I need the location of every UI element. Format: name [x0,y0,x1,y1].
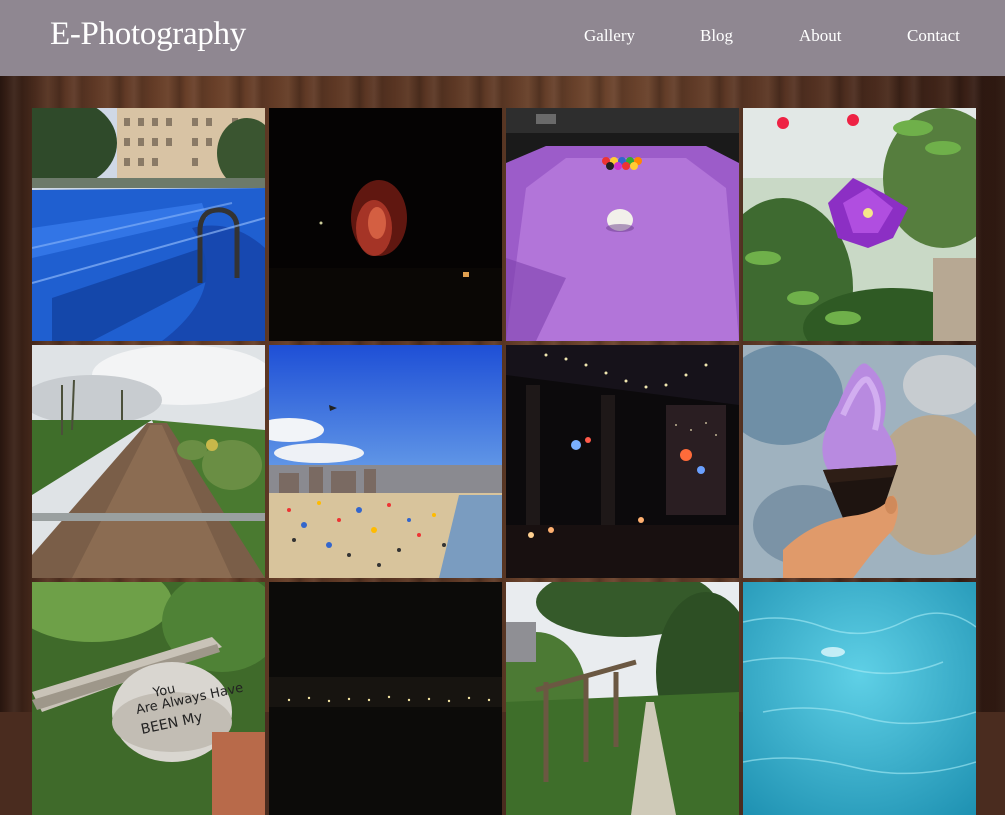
nav-about-link[interactable]: About [799,26,842,46]
photo-purple-flower[interactable] [743,108,976,341]
photo-night-fire[interactable] [269,108,502,341]
nav-blog-link[interactable]: Blog [700,26,733,46]
nav-gallery-link[interactable]: Gallery [584,26,635,46]
photo-pool-table[interactable] [506,108,739,341]
site-header: E-Photography Gallery Blog About Contact [0,0,1005,76]
photo-blue-water[interactable] [743,582,976,815]
site-logo[interactable]: E-Photography [50,16,246,53]
photo-swimming-pool[interactable] [32,108,265,341]
photo-ice-cream-cone[interactable] [743,345,976,578]
photo-night-skyline[interactable] [269,582,502,815]
photo-grid: You Are Always Have BEEN My [32,108,976,815]
photo-wooded-trail[interactable] [506,582,739,815]
photo-dirt-path[interactable] [32,345,265,578]
nav-contact-link[interactable]: Contact [907,26,960,46]
photo-crowded-beach[interactable] [269,345,502,578]
photo-painted-rock[interactable]: You Are Always Have BEEN My [32,582,265,815]
photo-night-bar[interactable] [506,345,739,578]
